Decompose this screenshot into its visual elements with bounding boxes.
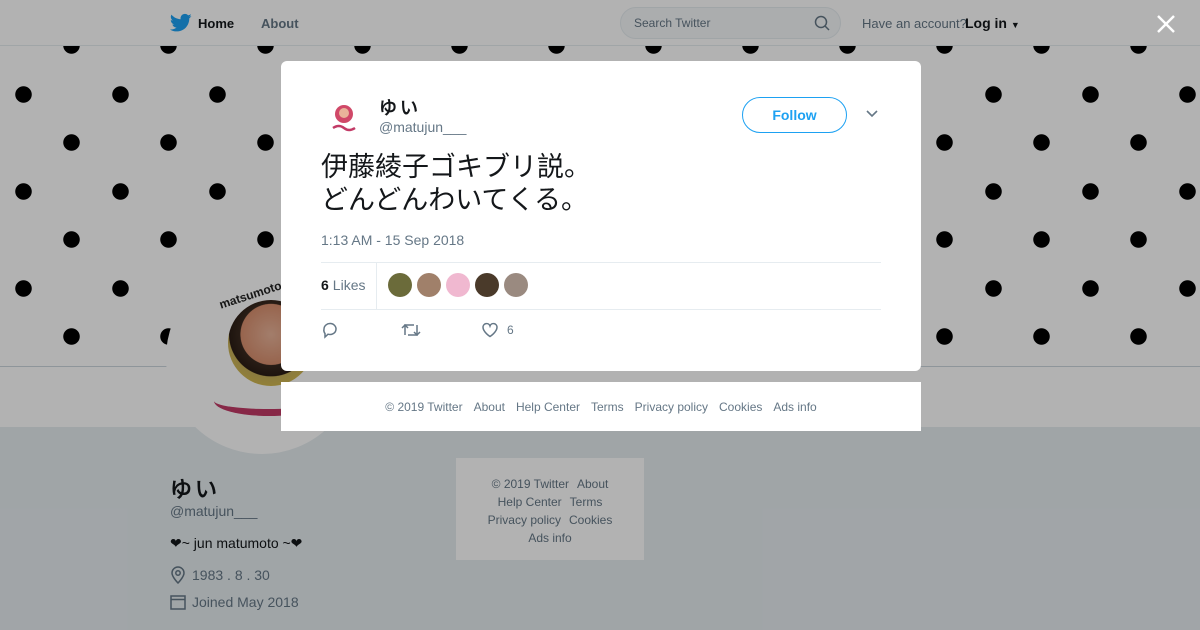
modal-footer-copyright: © 2019 Twitter <box>385 399 463 414</box>
heart-icon <box>482 322 498 338</box>
retweet-button[interactable] <box>401 321 481 339</box>
tweet-author-handle[interactable]: @matujun___ <box>379 119 466 135</box>
close-icon[interactable] <box>1154 12 1178 36</box>
tweet-author-avatar[interactable] <box>321 95 367 141</box>
modal-footer-privacy-link[interactable]: Privacy policy <box>635 400 708 414</box>
modal-footer-ads-link[interactable]: Ads info <box>773 400 816 414</box>
vertical-divider <box>376 262 377 309</box>
liker-avatar[interactable] <box>417 273 441 297</box>
tweet-text: 伊藤綾子ゴキブリ説。 どんどんわいてくる。 <box>321 152 591 215</box>
divider <box>321 309 881 310</box>
modal-footer-help-link[interactable]: Help Center <box>516 400 580 414</box>
tweet-modal: ゆい @matujun___ Follow 伊藤綾子ゴキブリ説。 どんどんわいて… <box>281 61 921 371</box>
tweet-timestamp[interactable]: 1:13 AM - 15 Sep 2018 <box>321 232 464 248</box>
liker-avatar[interactable] <box>388 273 412 297</box>
likes-count-number: 6 <box>321 277 329 293</box>
modal-footer-about-link[interactable]: About <box>474 400 505 414</box>
tweet-author-name[interactable]: ゆい <box>379 94 421 120</box>
modal-footer-terms-link[interactable]: Terms <box>591 400 624 414</box>
modal-footer-cookies-link[interactable]: Cookies <box>719 400 762 414</box>
retweet-icon <box>401 323 421 337</box>
divider <box>321 262 881 263</box>
reply-icon <box>323 322 337 339</box>
liker-avatar[interactable] <box>504 273 528 297</box>
tweet-actions: 6 <box>321 321 561 339</box>
likes-count-label: Likes <box>332 277 366 293</box>
likes-count-link[interactable]: 6 Likes <box>321 277 365 293</box>
reply-button[interactable] <box>321 321 401 339</box>
author-avatar-image <box>321 95 367 141</box>
modal-footer: © 2019 Twitter About Help Center Terms P… <box>281 382 921 431</box>
like-button[interactable]: 6 <box>481 321 561 339</box>
like-count: 6 <box>507 323 514 337</box>
chevron-down-icon[interactable] <box>865 109 879 119</box>
liker-avatar[interactable] <box>475 273 499 297</box>
liker-avatars <box>388 273 528 297</box>
follow-button[interactable]: Follow <box>742 97 847 133</box>
liker-avatar[interactable] <box>446 273 470 297</box>
